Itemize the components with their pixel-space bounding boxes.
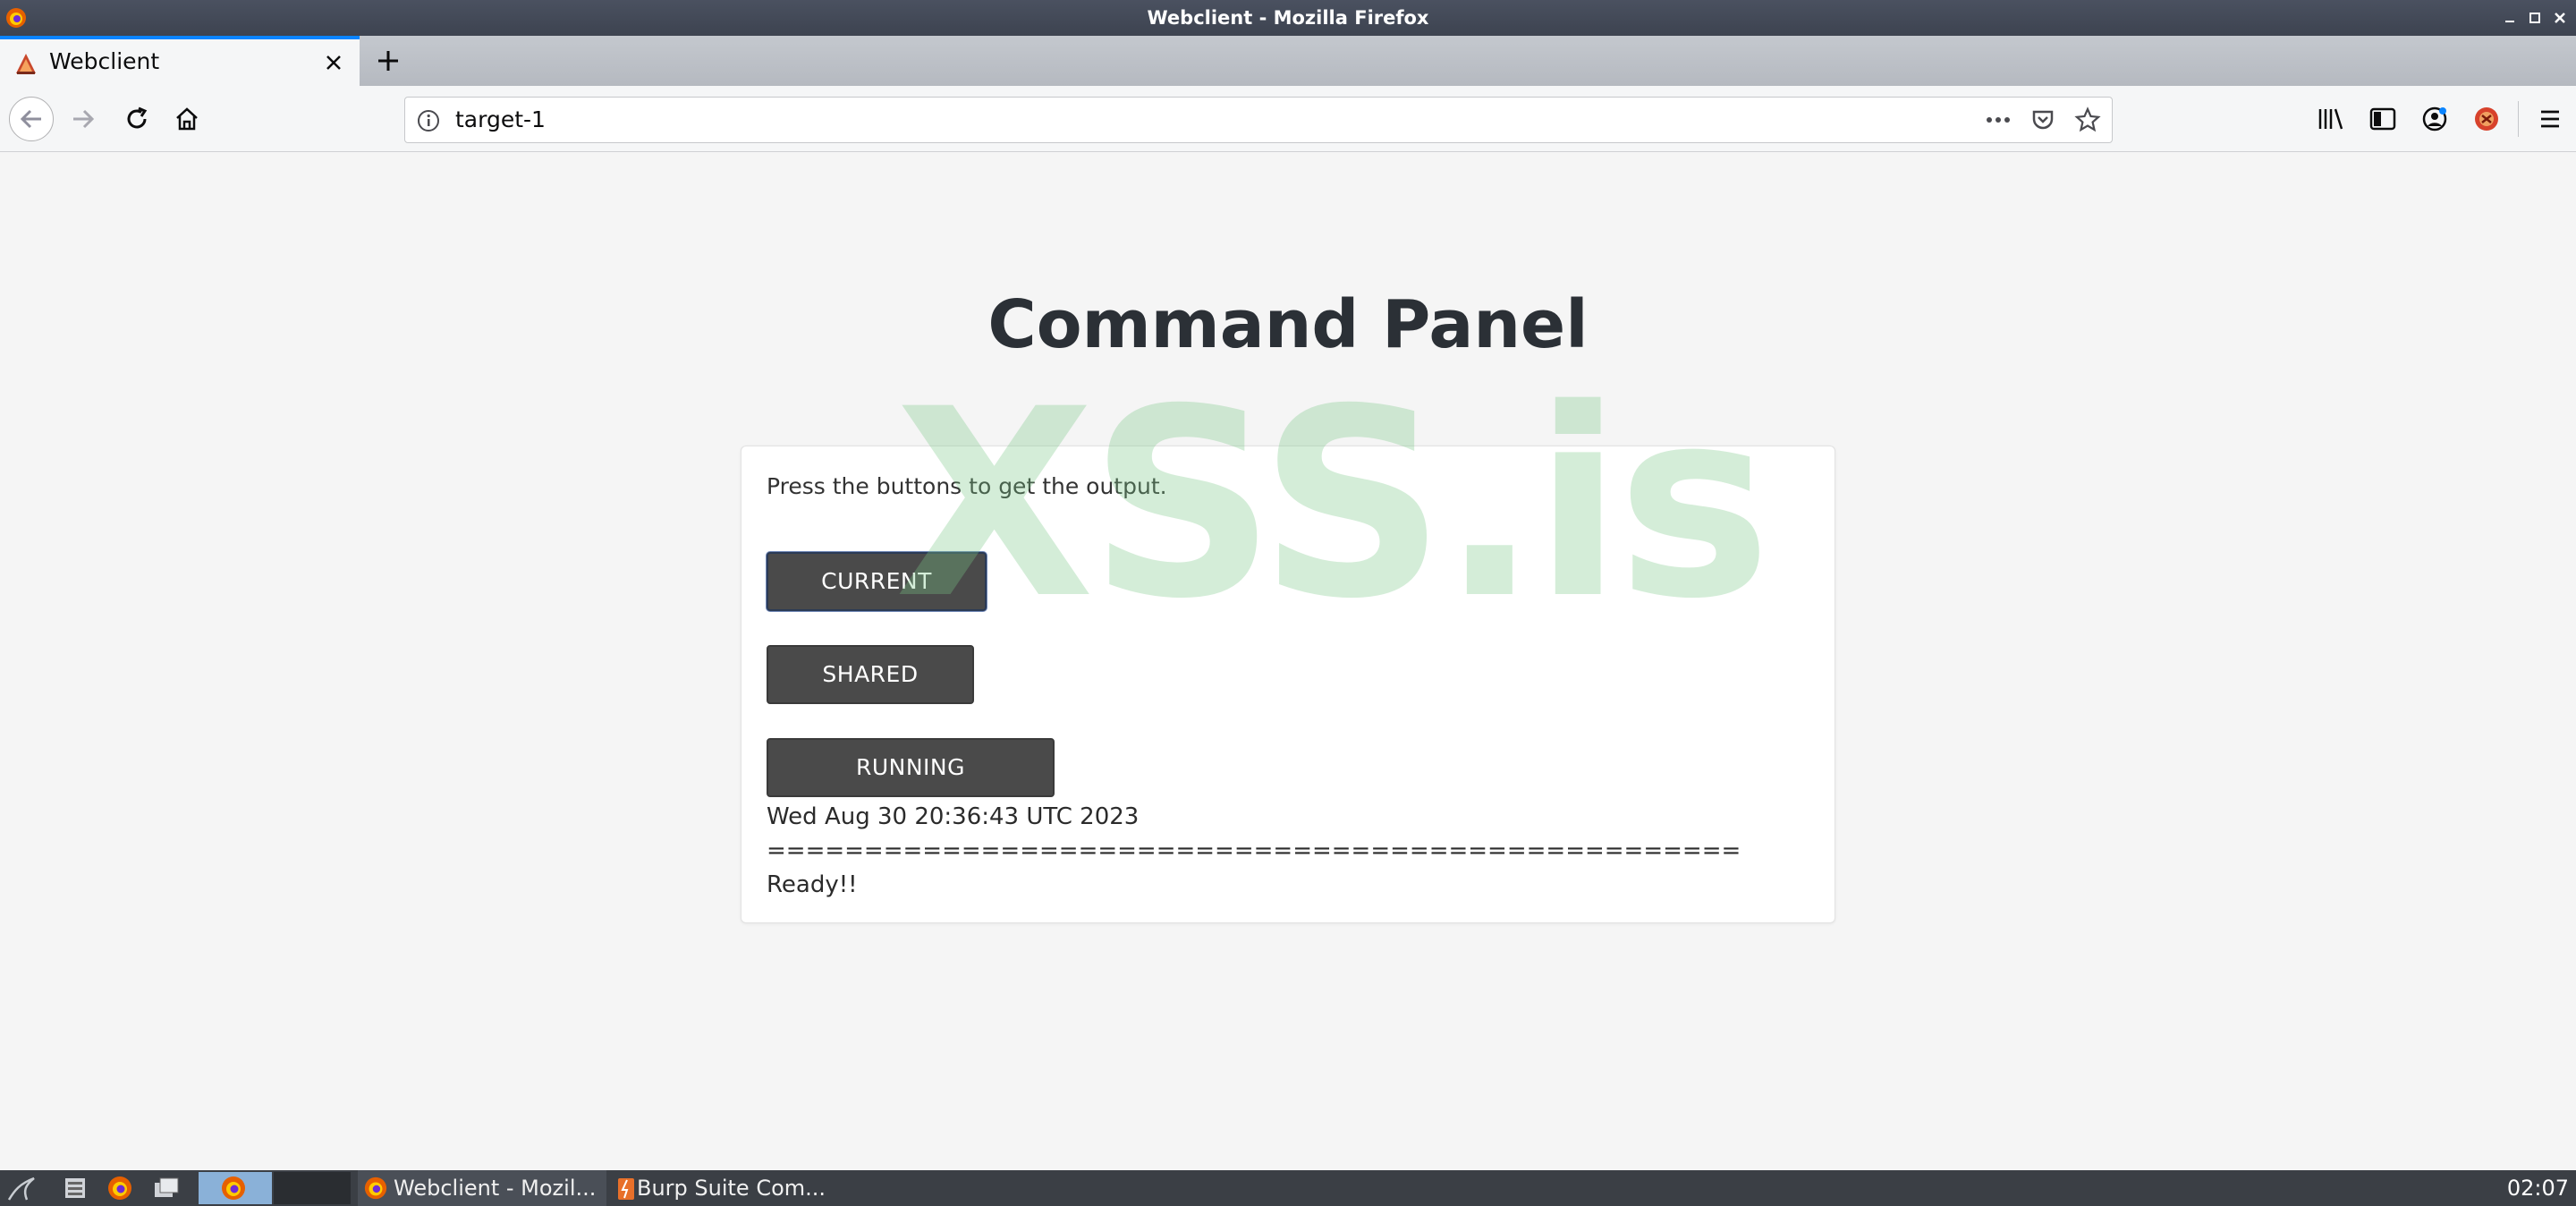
- command-output: Wed Aug 30 20:36:43 UTC 2023 ============…: [767, 800, 1741, 902]
- windows-switcher-icon[interactable]: [152, 1174, 181, 1202]
- output-status: Ready!!: [767, 871, 858, 898]
- home-button[interactable]: [168, 100, 206, 138]
- taskbar: Webclient - Mozil... Burp Suite Com... 0…: [0, 1170, 2576, 1206]
- back-button[interactable]: [9, 97, 54, 141]
- page-title: Command Panel: [987, 286, 1589, 363]
- intro-text: Press the buttons to get the output.: [767, 473, 1167, 499]
- reload-icon: [127, 106, 148, 129]
- firefox-launcher-icon[interactable]: [106, 1174, 134, 1202]
- page-content: Command Panel Press the buttons to get t…: [0, 152, 2576, 1170]
- close-tab-icon[interactable]: [322, 51, 345, 74]
- command-card: Press the buttons to get the output. CUR…: [741, 446, 1835, 923]
- minimize-icon[interactable]: [2503, 11, 2517, 25]
- info-icon[interactable]: [416, 108, 441, 133]
- firefox-icon: [16, 54, 36, 74]
- tab-title: Webclient: [49, 48, 160, 74]
- workspace-1[interactable]: [199, 1172, 272, 1204]
- pocket-icon[interactable]: [2028, 105, 2058, 135]
- url-text[interactable]: target-1: [455, 98, 546, 142]
- task-burp-label: Burp Suite Com...: [637, 1176, 826, 1201]
- toolbar-right: [2305, 86, 2576, 152]
- nav-toolbar: target-1: [0, 86, 2576, 152]
- kali-menu-icon[interactable]: [7, 1174, 36, 1202]
- maximize-icon[interactable]: [2528, 11, 2542, 25]
- file-manager-icon[interactable]: [61, 1174, 89, 1202]
- hamburger-icon[interactable]: [2524, 93, 2576, 145]
- reload-button[interactable]: [118, 100, 156, 138]
- workspace-2[interactable]: [274, 1172, 351, 1204]
- library-icon[interactable]: [2305, 93, 2357, 145]
- forward-button[interactable]: [64, 100, 102, 138]
- task-burp[interactable]: Burp Suite Com...: [617, 1170, 859, 1206]
- more-dots-icon[interactable]: [1983, 105, 2013, 135]
- output-date: Wed Aug 30 20:36:43 UTC 2023: [767, 803, 1140, 830]
- forward-arrow-icon: [73, 109, 95, 129]
- task-firefox-label: Webclient - Mozil...: [394, 1176, 597, 1201]
- star-icon[interactable]: [2072, 105, 2103, 135]
- burp-icon: [618, 1178, 634, 1200]
- firefox-icon: [364, 1176, 387, 1200]
- close-window-icon[interactable]: [2553, 11, 2567, 25]
- sidebar-icon[interactable]: [2357, 93, 2409, 145]
- tab-webclient[interactable]: Webclient: [0, 36, 360, 86]
- task-firefox[interactable]: Webclient - Mozil...: [358, 1170, 606, 1206]
- home-icon: [176, 107, 198, 131]
- output-separator: ========================================…: [767, 837, 1741, 864]
- running-processes-button[interactable]: RUNNING PROCESSES: [767, 738, 1055, 836]
- current-date-button[interactable]: CURRENT DATE: [767, 552, 987, 650]
- clock: 02:07: [2506, 1176, 2569, 1201]
- window-title: Webclient - Mozilla Firefox: [1147, 7, 1429, 29]
- window-titlebar: Webclient - Mozilla Firefox: [0, 0, 2576, 36]
- tab-strip: Webclient: [0, 36, 2576, 86]
- account-icon[interactable]: [2409, 93, 2461, 145]
- back-arrow-icon: [20, 109, 41, 129]
- shared-files-button[interactable]: SHARED FILES: [767, 645, 974, 743]
- extension-icon[interactable]: [2461, 93, 2512, 145]
- toolbar-separator: [2518, 101, 2519, 137]
- url-bar[interactable]: target-1: [404, 97, 2113, 143]
- firefox-icon: [222, 1176, 245, 1200]
- window-controls: [2503, 0, 2567, 36]
- url-actions: [1983, 98, 2103, 142]
- new-tab-icon[interactable]: [374, 47, 402, 75]
